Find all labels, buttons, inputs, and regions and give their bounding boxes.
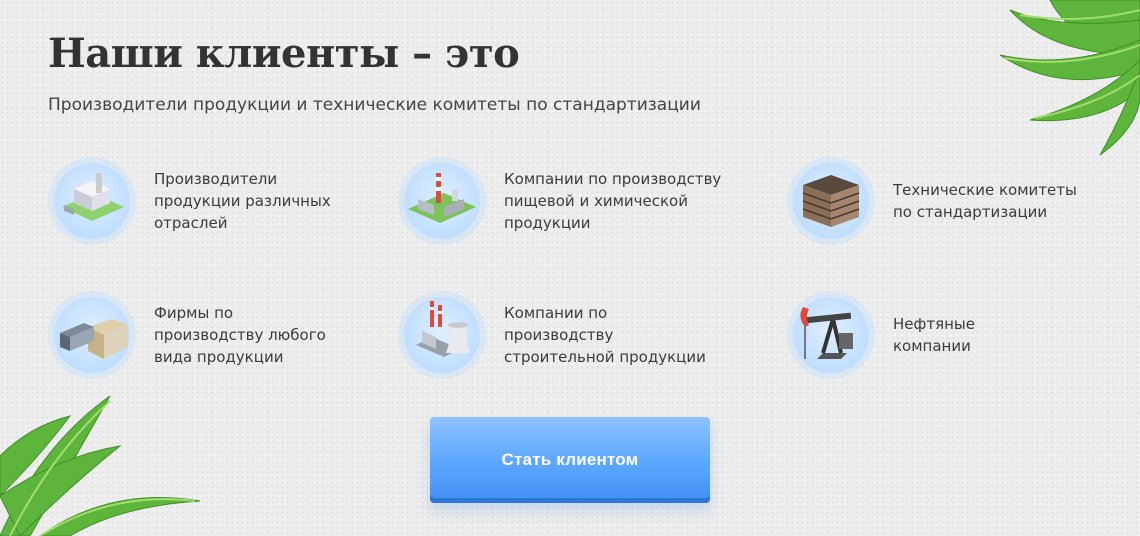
page-title: Наши клиенты – это — [48, 30, 520, 77]
power-plant-icon — [416, 301, 470, 357]
client-label: Компании по производству пищевой и химич… — [504, 170, 722, 232]
client-label: Нефтяные компании — [893, 315, 975, 355]
office-building-icon — [802, 175, 860, 227]
page-subtitle: Производители продукции и технические ко… — [48, 95, 701, 115]
client-card-oil: Нефтяные компании — [793, 297, 1133, 373]
client-card-manufacturers: Производители продукции различных отрасл… — [54, 163, 394, 239]
client-card-any-products: Фирмы по производству любого вида продук… — [54, 297, 394, 373]
client-card-construction: Компании по производству строительной пр… — [404, 297, 744, 373]
client-icon-circle — [793, 297, 869, 373]
become-client-button[interactable]: Стать клиентом — [430, 417, 710, 503]
client-label: Технические комитеты по стандартизации — [893, 181, 1077, 221]
factory-icon — [62, 173, 124, 221]
client-label: Производители продукции различных отрасл… — [154, 170, 331, 232]
client-icon-circle — [404, 163, 480, 239]
client-card-tech-committees: Технические комитеты по стандартизации — [793, 163, 1133, 239]
plant-icon — [408, 173, 476, 223]
client-icon-circle — [404, 297, 480, 373]
client-icon-circle — [793, 163, 869, 239]
client-label: Компании по производству строительной пр… — [504, 304, 706, 366]
palm-leaf-top-right — [999, 0, 1140, 156]
oil-pump-icon — [800, 307, 853, 359]
palm-leaf-bottom-left — [0, 395, 201, 536]
client-icon-circle — [54, 297, 130, 373]
warehouse-icon — [60, 319, 128, 359]
client-label: Фирмы по производству любого вида продук… — [154, 304, 326, 366]
client-icon-circle — [54, 163, 130, 239]
client-card-food-chemical: Компании по производству пищевой и химич… — [404, 163, 744, 239]
